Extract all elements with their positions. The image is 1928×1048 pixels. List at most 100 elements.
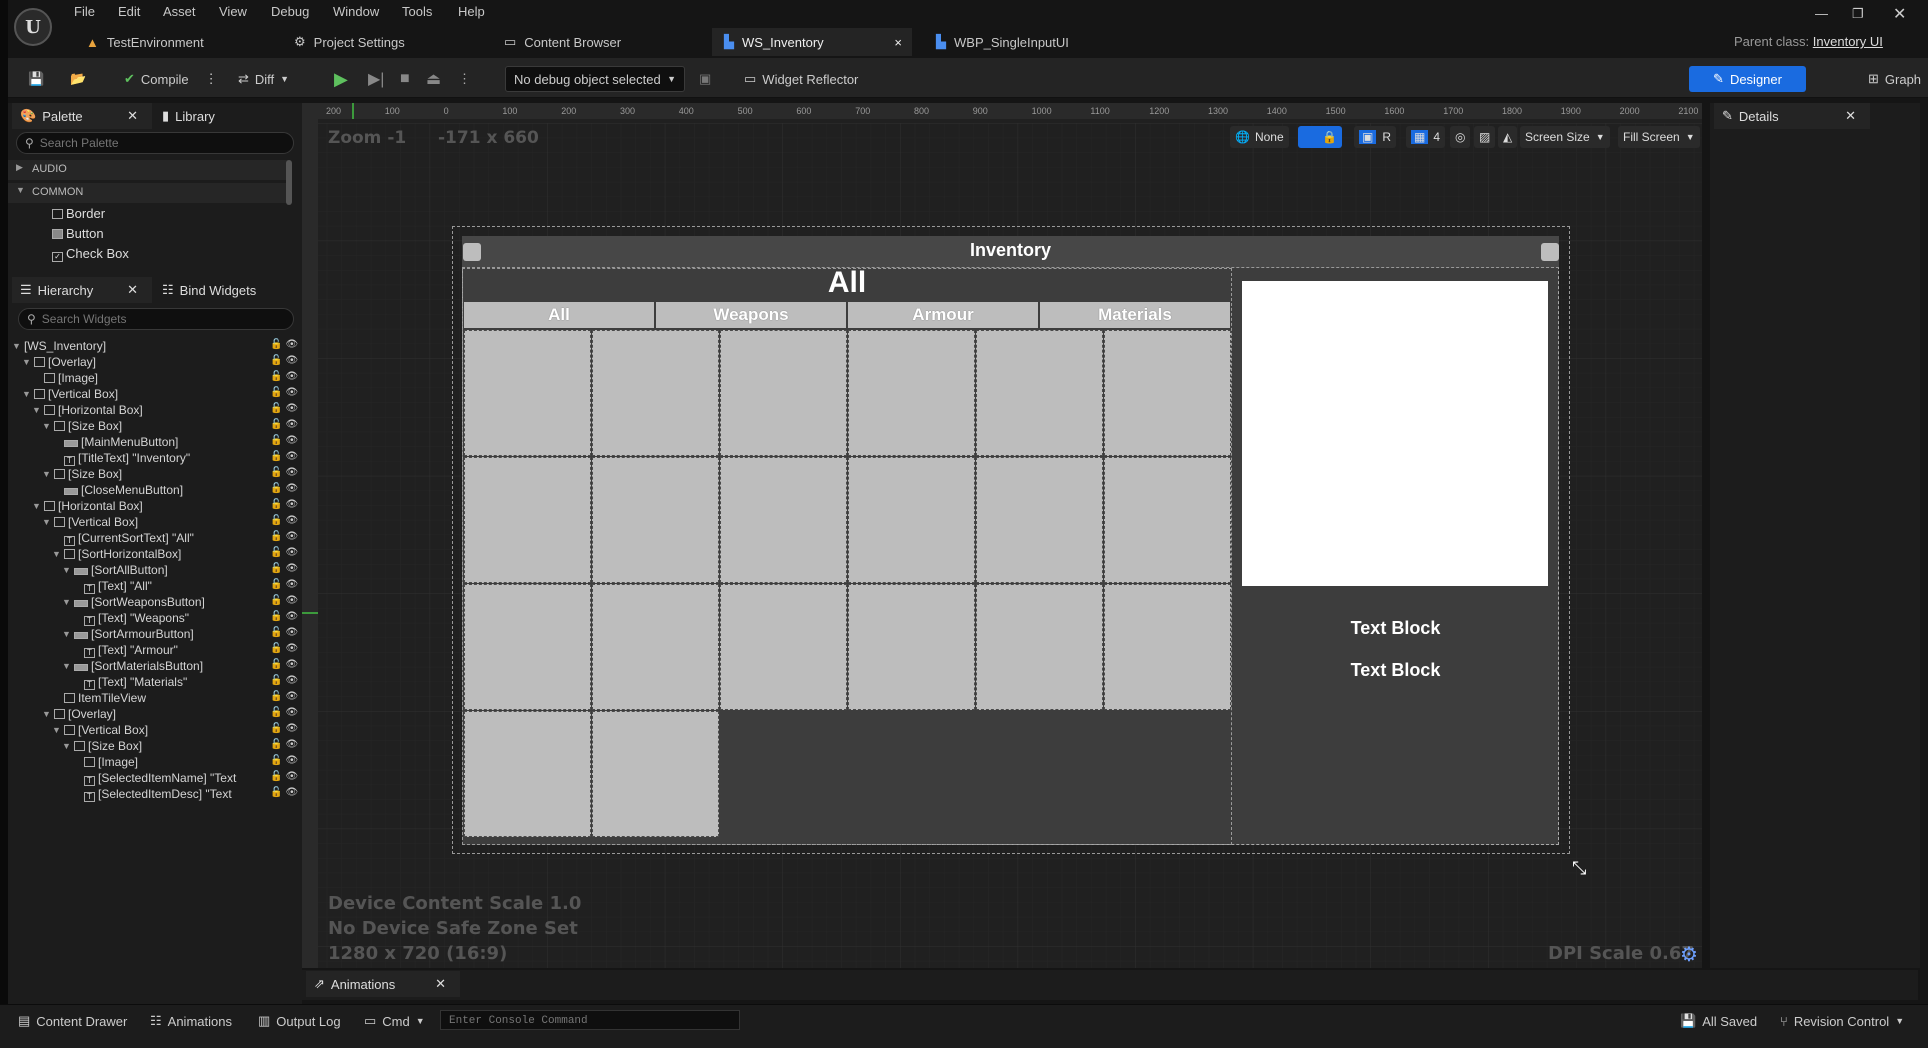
close-icon[interactable]: ✕	[435, 976, 446, 992]
hierarchy-row[interactable]: T [Text] "Armour" 🔓👁	[8, 643, 304, 659]
menu-debug[interactable]: Debug	[271, 4, 309, 19]
diff-button[interactable]: ⇄ Diff ▼	[232, 66, 295, 92]
lock-visibility-icon[interactable]: 🔓👁	[270, 659, 301, 670]
unreal-logo-icon[interactable]: U	[14, 8, 52, 46]
tab-testenvironment[interactable]: ▲ TestEnvironment	[74, 28, 216, 56]
play-button[interactable]: ▶	[328, 66, 354, 92]
menu-help[interactable]: Help	[458, 4, 485, 19]
lock-visibility-icon[interactable]: 🔓👁	[270, 707, 301, 718]
lock-visibility-icon[interactable]: 🔓👁	[270, 627, 301, 638]
tab-ws-inventory[interactable]: ▙ WS_Inventory ×	[712, 28, 912, 56]
item-tile[interactable]	[1104, 457, 1231, 583]
animations-tab[interactable]: ⇗ Animations ✕	[306, 971, 460, 997]
hierarchy-row[interactable]: [CloseMenuButton] 🔓👁	[8, 483, 304, 499]
lock-visibility-icon[interactable]: 🔓👁	[270, 563, 301, 574]
palette-tab[interactable]: 🎨 Palette ✕	[12, 103, 152, 129]
details-tab[interactable]: ✎ Details ✕	[1714, 103, 1870, 129]
console-command-input[interactable]	[440, 1010, 740, 1030]
hierarchy-row[interactable]: ▼ [Vertical Box] 🔓👁	[8, 515, 304, 531]
fill-screen-select[interactable]: Fill Screen ▼	[1618, 126, 1700, 148]
expand-arrow-icon[interactable]: ▼	[32, 501, 41, 511]
tab-wbp-singleinputui[interactable]: ▙ WBP_SingleInputUI	[924, 28, 1081, 56]
item-tile[interactable]	[976, 584, 1103, 710]
lock-visibility-icon[interactable]: 🔓👁	[270, 371, 301, 382]
lock-visibility-icon[interactable]: 🔓👁	[270, 387, 301, 398]
hierarchy-row[interactable]: ▼ [SortHorizontalBox] 🔓👁	[8, 547, 304, 563]
close-icon[interactable]: ✕	[127, 282, 138, 298]
revision-control-button[interactable]: ⑂ Revision Control ▼	[1780, 1006, 1904, 1036]
save-button[interactable]: 💾	[22, 66, 50, 92]
hierarchy-row[interactable]: ▼ [Overlay] 🔓👁	[8, 355, 304, 371]
bind-widgets-tab[interactable]: ☷ Bind Widgets	[156, 277, 296, 303]
resize-handle-icon[interactable]: ⤡	[1572, 858, 1586, 879]
lock-visibility-icon[interactable]: 🔓👁	[270, 739, 301, 750]
stop-button[interactable]: ■	[394, 66, 416, 92]
item-tile[interactable]	[848, 457, 975, 583]
sort-armour-button[interactable]: Armour	[848, 302, 1038, 328]
lock-visibility-icon[interactable]: 🔓👁	[270, 755, 301, 766]
preview-toggle-icon[interactable]: ▨	[1474, 126, 1496, 148]
cmd-select[interactable]: ▭ Cmd ▼	[364, 1006, 425, 1036]
expand-arrow-icon[interactable]: ▼	[42, 709, 51, 719]
hierarchy-row[interactable]: ▼ [Size Box] 🔓👁	[8, 419, 304, 435]
item-tile[interactable]	[464, 711, 591, 837]
item-tile[interactable]	[720, 330, 847, 456]
close-icon[interactable]: ✕	[127, 108, 138, 124]
hierarchy-row[interactable]: ▼ [Vertical Box] 🔓👁	[8, 387, 304, 403]
hierarchy-row[interactable]: [Image] 🔓👁	[8, 371, 304, 387]
menu-file[interactable]: File	[74, 4, 95, 19]
lock-visibility-icon[interactable]: 🔓👁	[270, 467, 301, 478]
menu-asset[interactable]: Asset	[163, 4, 196, 19]
close-tab-icon[interactable]: ×	[894, 35, 902, 50]
graph-button[interactable]: ⊞ Graph	[1862, 66, 1927, 92]
screen-size-select[interactable]: Screen Size ▼	[1520, 126, 1610, 148]
debug-object-select[interactable]: No debug object selected ▼	[505, 66, 685, 92]
menu-edit[interactable]: Edit	[118, 4, 140, 19]
item-tile[interactable]	[848, 330, 975, 456]
tab-content-browser[interactable]: ▭ Content Browser	[492, 28, 633, 56]
expand-arrow-icon[interactable]: ▼	[42, 469, 51, 479]
lock-visibility-icon[interactable]: 🔓👁	[270, 355, 301, 366]
item-tile[interactable]	[976, 330, 1103, 456]
more-icon[interactable]: ⋮	[205, 71, 218, 87]
hierarchy-row[interactable]: [Image] 🔓👁	[8, 755, 304, 771]
hierarchy-row[interactable]: T [Text] "Materials" 🔓👁	[8, 675, 304, 691]
expand-arrow-icon[interactable]: ▼	[32, 405, 41, 415]
expand-arrow-icon[interactable]: ▼	[62, 565, 71, 575]
hierarchy-row[interactable]: ▼ [SortArmourButton] 🔓👁	[8, 627, 304, 643]
item-tile[interactable]	[464, 330, 591, 456]
lock-visibility-icon[interactable]: 🔓👁	[270, 515, 301, 526]
lock-visibility-icon[interactable]: 🔓👁	[270, 771, 301, 782]
grid-snap-toggle[interactable]: ▦ 4	[1406, 126, 1446, 148]
hierarchy-row[interactable]: T [SelectedItemDesc] "Text 🔓👁	[8, 787, 304, 803]
sort-materials-button[interactable]: Materials	[1040, 302, 1230, 328]
hierarchy-row[interactable]: ▼ [SortAllButton] 🔓👁	[8, 563, 304, 579]
lock-visibility-icon[interactable]: 🔓👁	[270, 483, 301, 494]
palette-item-button[interactable]: Button	[52, 226, 104, 241]
item-tile[interactable]	[976, 457, 1103, 583]
hierarchy-row[interactable]: ▼ [SortMaterialsButton] 🔓👁	[8, 659, 304, 675]
hierarchy-row[interactable]: ▼ [Horizontal Box] 🔓👁	[8, 499, 304, 515]
close-menu-button[interactable]	[1541, 243, 1559, 261]
hierarchy-row[interactable]: ▼ [SortWeaponsButton] 🔓👁	[8, 595, 304, 611]
item-tile[interactable]	[592, 584, 719, 710]
hierarchy-row[interactable]: ▼ [Horizontal Box] 🔓👁	[8, 403, 304, 419]
minimize-button[interactable]: —	[1815, 6, 1828, 21]
expand-arrow-icon[interactable]: ▼	[62, 661, 71, 671]
more-play-options-icon[interactable]: ⋮	[452, 66, 477, 92]
hierarchy-row[interactable]: ▼ [WS_Inventory] 🔓👁	[8, 339, 304, 355]
item-tile[interactable]	[592, 457, 719, 583]
lock-visibility-icon[interactable]: 🔓👁	[270, 595, 301, 606]
item-tile[interactable]	[1104, 584, 1231, 710]
item-tile[interactable]	[848, 584, 975, 710]
hierarchy-row[interactable]: T [Text] "All" 🔓👁	[8, 579, 304, 595]
lock-visibility-icon[interactable]: 🔓👁	[270, 531, 301, 542]
all-saved-button[interactable]: 💾 All Saved	[1680, 1006, 1757, 1036]
expand-arrow-icon[interactable]: ▼	[52, 725, 61, 735]
lock-visibility-icon[interactable]: 🔓👁	[270, 435, 301, 446]
lock-visibility-icon[interactable]: 🔓👁	[270, 339, 301, 350]
expand-arrow-icon[interactable]: ▼	[62, 741, 71, 751]
close-window-button[interactable]: ✕	[1893, 4, 1906, 24]
menu-window[interactable]: Window	[333, 4, 379, 19]
outline-toggle-icon[interactable]: ◎	[1450, 126, 1471, 148]
